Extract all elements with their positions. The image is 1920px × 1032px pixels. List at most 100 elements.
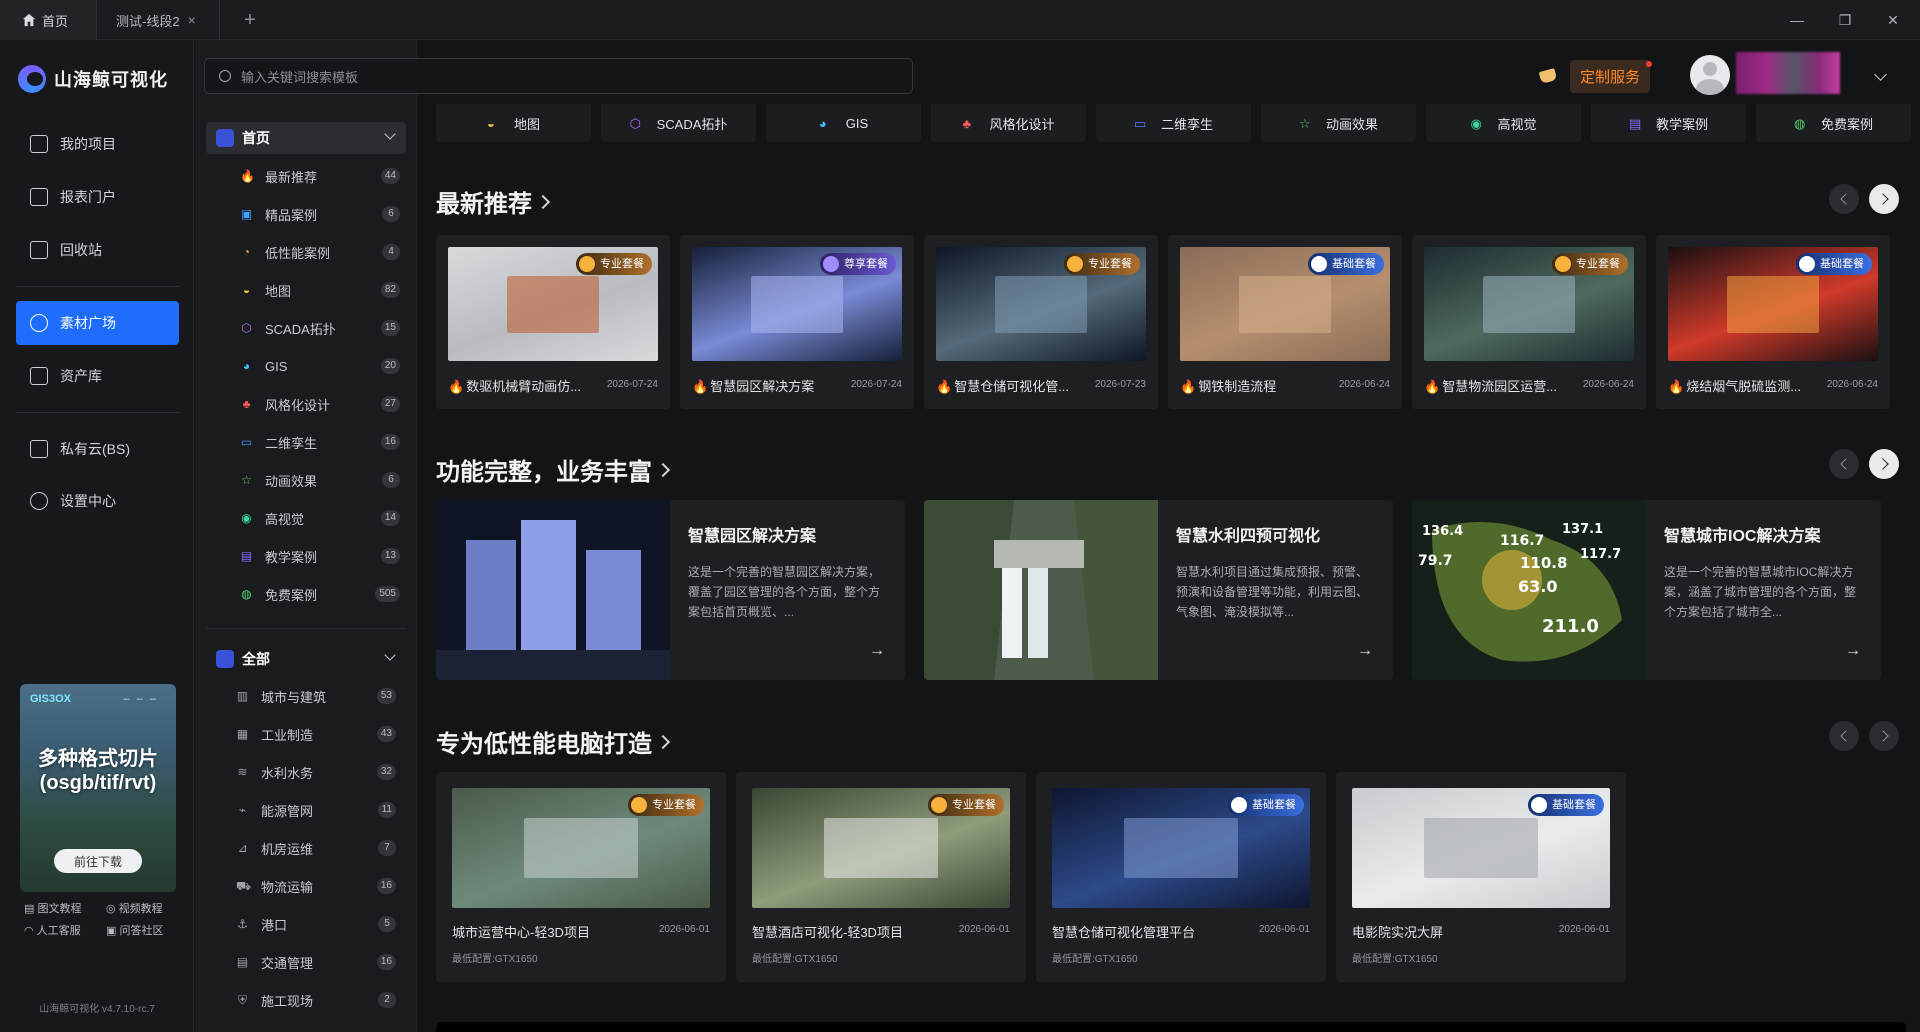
template-card[interactable]: 基础套餐 🔥 钢铁制造流程 2026-06-24 xyxy=(1168,235,1402,409)
category-item[interactable]: ▤ 教学案例 13 xyxy=(240,544,400,568)
avatar[interactable] xyxy=(1690,55,1730,95)
download-button[interactable]: 前往下载 xyxy=(54,849,142,873)
template-card[interactable]: 基础套餐 🔥 烧结烟气脱硫监测... 2026-06-24 xyxy=(1656,235,1890,409)
arrow-right-icon[interactable]: → xyxy=(869,642,885,660)
category-item[interactable]: ☆ 动画效果 6 xyxy=(240,468,400,492)
template-card[interactable]: 专业套餐 城市运营中心-轻3D项目 2026-06-01 最低配置:GTX1650 xyxy=(436,772,726,982)
category-shortcut[interactable]: ◕ GIS xyxy=(766,104,921,142)
category-icon: ▤ xyxy=(236,954,249,969)
nav-report-portal[interactable]: 报表门户 xyxy=(16,175,179,219)
template-card[interactable]: 基础套餐 智慧仓储可视化管理平台 2026-06-01 最低配置:GTX1650 xyxy=(1036,772,1326,982)
template-card[interactable]: 专业套餐 🔥 数驱机械臂动画仿... 2026-07-24 xyxy=(436,235,670,409)
prev-page-button[interactable] xyxy=(1829,184,1859,214)
category-shortcut[interactable]: ◍ 免费案例 xyxy=(1756,104,1911,142)
basic-badge: 基础套餐 xyxy=(1796,253,1872,275)
category-label: 施工现场 xyxy=(261,993,314,1009)
help-support-link[interactable]: ◠ 人工客服 xyxy=(24,922,81,938)
nav-settings[interactable]: 设置中心 xyxy=(16,479,179,523)
feature-card[interactable]: 智慧水利四预可视化 智慧水利项目通过集成预报、预警、预演和设备管理等功能，利用云… xyxy=(924,500,1393,680)
category-item[interactable]: ◍ 免费案例 505 xyxy=(240,582,400,606)
category-label: 最新推荐 xyxy=(265,169,318,185)
next-page-button[interactable] xyxy=(1869,449,1899,479)
category-item[interactable]: ♣ 风格化设计 27 xyxy=(240,392,400,416)
help-doc-link[interactable]: ▤ 图文教程 xyxy=(24,900,81,916)
add-tab-button[interactable]: + xyxy=(230,0,270,40)
prev-page-button[interactable] xyxy=(1829,721,1859,751)
category-item[interactable]: ◕ GIS 20 xyxy=(240,354,400,378)
tab-test-line[interactable]: 测试-线段2 × xyxy=(98,0,220,40)
arrow-right-icon[interactable]: → xyxy=(1357,642,1373,660)
search-input[interactable]: 输入关键词搜索模板 xyxy=(204,58,913,94)
next-page-button[interactable] xyxy=(1869,184,1899,214)
close-icon[interactable]: × xyxy=(188,12,196,28)
category-item[interactable]: 🔥 最新推荐 44 xyxy=(240,164,400,188)
category-item[interactable]: ▣ 精品案例 6 xyxy=(240,202,400,226)
help-video-link[interactable]: ◎ 视频教程 xyxy=(106,900,163,916)
category-item[interactable]: ≋ 水利水务 32 xyxy=(236,760,396,784)
template-card[interactable]: 专业套餐 智慧酒店可视化-轻3D项目 2026-06-01 最低配置:GTX1650 xyxy=(736,772,1026,982)
asset-icon xyxy=(30,367,48,385)
category-item[interactable]: ⚓ 港口 5 xyxy=(236,912,396,936)
category-item[interactable]: ⛨ 施工现场 2 xyxy=(236,988,396,1012)
map-label: 63.0 xyxy=(1518,577,1557,596)
custom-service-button[interactable]: 定制服务 xyxy=(1570,59,1653,93)
section-title-latest[interactable]: 最新推荐 xyxy=(436,184,551,219)
section-title-full[interactable]: 功能完整，业务丰富 xyxy=(436,452,671,487)
category-item[interactable]: ▭ 二维孪生 16 xyxy=(240,430,400,454)
nav-asset-library[interactable]: 资产库 xyxy=(16,354,179,398)
card-thumbnail: 基础套餐 xyxy=(1052,788,1310,908)
category-shortcut[interactable]: ▭ 二维孪生 xyxy=(1096,104,1251,142)
help-community-link[interactable]: ▣ 问答社区 xyxy=(106,922,163,938)
arrow-right-icon[interactable]: → xyxy=(1845,642,1861,660)
home-icon xyxy=(22,13,36,27)
category-shortcut[interactable]: ♣ 风格化设计 xyxy=(931,104,1086,142)
custom-service[interactable]: 定制服务 xyxy=(1538,58,1653,94)
category-home-header[interactable]: 首页 xyxy=(206,122,406,154)
template-card[interactable]: 专业套餐 🔥 智慧物流园区运营... 2026-06-24 xyxy=(1412,235,1646,409)
fire-icon: 🔥 xyxy=(1180,379,1197,394)
prev-page-button[interactable] xyxy=(1829,449,1859,479)
category-item[interactable]: ▦ 工业制造 43 xyxy=(236,722,396,746)
tab-label: 测试-线段2 xyxy=(116,13,180,29)
chevron-down-icon[interactable] xyxy=(384,649,396,661)
category-item[interactable]: ◉ 高视觉 14 xyxy=(240,506,400,530)
category-shortcut[interactable]: ⬡ SCADA拓扑 xyxy=(601,104,756,142)
section-title-lowperf[interactable]: 专为低性能电脑打造 xyxy=(436,724,671,759)
restore-button[interactable]: ❐ xyxy=(1822,0,1868,40)
category-item[interactable]: ◒ 地图 82 xyxy=(240,278,400,302)
category-item[interactable]: ▥ 城市与建筑 53 xyxy=(236,684,396,708)
feature-card[interactable]: 136.4 116.7 137.1 79.7 110.8 117.7 63.0 … xyxy=(1412,500,1881,680)
tab-home[interactable]: 首页 xyxy=(0,0,97,40)
category-shortcut[interactable]: ◒ 地图 xyxy=(436,104,591,142)
promo-banner[interactable]: GIS3OX – – – 多种格式切片 (osgb/tif/rvt) 前往下载 xyxy=(20,684,176,892)
category-item[interactable]: ⌁ 能源管网 11 xyxy=(236,798,396,822)
nav-material-plaza[interactable]: 素材广场 xyxy=(16,301,179,345)
category-item[interactable]: ▤ 交通管理 16 xyxy=(236,950,396,974)
map-label: 137.1 xyxy=(1562,522,1603,537)
chevron-down-icon[interactable] xyxy=(384,128,396,140)
nav-my-projects[interactable]: 我的项目 xyxy=(16,122,179,166)
category-shortcut[interactable]: ▤ 教学案例 xyxy=(1591,104,1746,142)
template-card[interactable]: 尊享套餐 🔥 智慧园区解决方案 2026-07-24 xyxy=(680,235,914,409)
nav-recycle-bin[interactable]: 回收站 xyxy=(16,228,179,272)
category-all-header[interactable]: 全部 xyxy=(206,643,406,675)
count-badge: 15 xyxy=(380,320,400,336)
category-item[interactable]: ⛟ 物流运输 16 xyxy=(236,874,396,898)
card-thumbnail: 专业套餐 xyxy=(448,247,658,361)
chevron-down-icon[interactable] xyxy=(1874,68,1887,81)
category-item[interactable]: ⊿ 机房运维 7 xyxy=(236,836,396,860)
next-page-button[interactable] xyxy=(1869,721,1899,751)
basic-badge: 基础套餐 xyxy=(1528,794,1604,816)
category-shortcut[interactable]: ◉ 高视觉 xyxy=(1426,104,1581,142)
feature-card[interactable]: 智慧园区解决方案 这是一个完善的智慧园区解决方案，覆盖了园区管理的各个方面，整个… xyxy=(436,500,905,680)
category-item[interactable]: ◔ 低性能案例 4 xyxy=(240,240,400,264)
nav-private-cloud[interactable]: 私有云(BS) xyxy=(16,427,179,471)
minimize-button[interactable]: — xyxy=(1774,0,1820,40)
category-shortcut[interactable]: ☆ 动画效果 xyxy=(1261,104,1416,142)
template-card[interactable]: 专业套餐 🔥 智慧仓储可视化管... 2026-07-23 xyxy=(924,235,1158,409)
next-section-edge xyxy=(436,1022,1906,1032)
thumbnail-detail xyxy=(1239,276,1331,333)
category-item[interactable]: ⬡ SCADA拓扑 15 xyxy=(240,316,400,340)
close-window-button[interactable]: ✕ xyxy=(1870,0,1916,40)
template-card[interactable]: 基础套餐 电影院实况大屏 2026-06-01 最低配置:GTX1650 xyxy=(1336,772,1626,982)
